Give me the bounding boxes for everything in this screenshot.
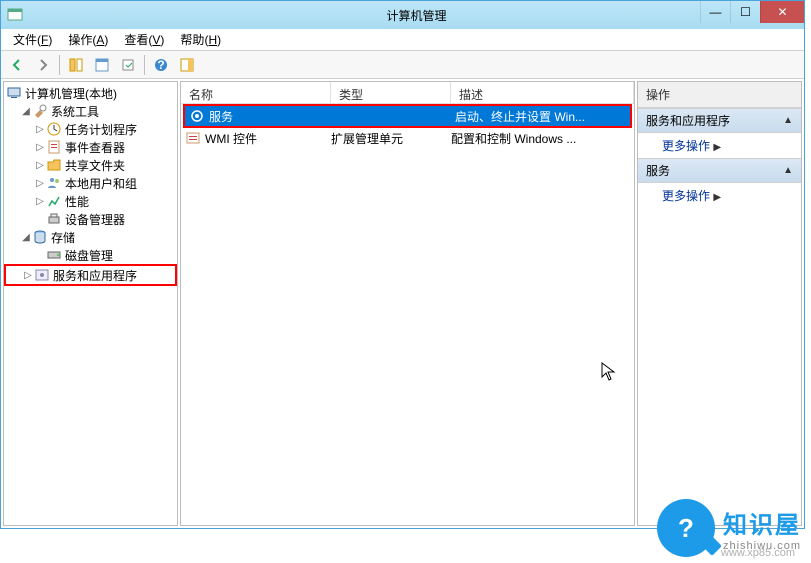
action-more-1[interactable]: 更多操作 ▶ [638,133,801,158]
row-type: 扩展管理单元 [331,130,451,147]
question-bubble-icon: ? [678,513,694,544]
tree-disk-management[interactable]: ▷ 磁盘管理 [4,246,177,264]
menu-action[interactable]: 操作(A) [60,29,116,50]
tree-performance[interactable]: ▷ 性能 [4,192,177,210]
computer-icon [6,85,22,101]
row-name: WMI 控件 [205,130,257,147]
triangle-up-icon: ▲ [783,115,793,126]
services-apps-icon [34,267,50,283]
maximize-button[interactable]: ☐ [730,1,760,23]
list-row-wmi[interactable]: WMI 控件 扩展管理单元 配置和控制 Windows ... [181,128,634,148]
gear-icon [189,108,205,124]
actions-pane: 操作 服务和应用程序 ▲ 更多操作 ▶ 服务 ▲ 更多操作 ▶ [637,81,802,526]
expand-icon[interactable]: ▷ [34,142,46,153]
highlight-services-apps: ▷ 服务和应用程序 [4,264,177,286]
show-hide-tree-button[interactable] [64,53,88,77]
col-header-desc[interactable]: 描述 [451,82,634,103]
action-group-services-apps[interactable]: 服务和应用程序 ▲ [638,108,801,133]
window-controls: — ☐ ✕ [700,1,804,23]
watermark-badge: ? [657,499,715,557]
tree-pane[interactable]: 计算机管理(本地) ◢ 系统工具 ▷ 任务计划程序 ▷ 事件查看器 [3,81,178,526]
watermark-url2: www.xp85.com [721,547,795,559]
list-header: 名称 类型 描述 [181,82,634,104]
tree-device-manager[interactable]: ▷ 设备管理器 [4,210,177,228]
triangle-right-icon: ▶ [713,192,721,203]
watermark-text: 知识屋 zhishiwu.com [723,505,801,552]
storage-icon [32,229,48,245]
export-button[interactable] [116,53,140,77]
triangle-right-icon: ▶ [713,142,721,153]
col-header-name[interactable]: 名称 [181,82,331,103]
action-more-2[interactable]: 更多操作 ▶ [638,183,801,208]
menu-view[interactable]: 查看(V) [116,29,172,50]
disk-icon [46,247,62,263]
body-area: 计算机管理(本地) ◢ 系统工具 ▷ 任务计划程序 ▷ 事件查看器 [1,79,804,528]
row-desc: 配置和控制 Windows ... [451,130,630,147]
expand-icon[interactable]: ▷ [22,270,34,281]
properties-button[interactable] [90,53,114,77]
folder-share-icon [46,157,62,173]
triangle-up-icon: ▲ [783,165,793,176]
svg-text:?: ? [157,58,164,72]
toolbar: ? [1,51,804,79]
tree-event-viewer[interactable]: ▷ 事件查看器 [4,138,177,156]
tree-services-apps[interactable]: ▷ 服务和应用程序 [6,266,175,284]
back-button[interactable] [5,53,29,77]
expand-icon[interactable]: ▷ [34,178,46,189]
wmi-icon [185,130,201,146]
forward-button[interactable] [31,53,55,77]
list-row-services[interactable]: 服务 启动、终止并设置 Win... [185,106,630,126]
tree-local-users[interactable]: ▷ 本地用户和组 [4,174,177,192]
menu-file[interactable]: 文件(F) [5,29,60,50]
highlight-services-row: 服务 启动、终止并设置 Win... [183,104,632,128]
tree-system-tools[interactable]: ◢ 系统工具 [4,102,177,120]
window-title: 计算机管理 [29,7,804,24]
titlebar: 计算机管理 — ☐ ✕ [1,1,804,29]
tree-storage[interactable]: ◢ 存储 [4,228,177,246]
toolbar-separator [144,55,145,75]
tree-task-scheduler[interactable]: ▷ 任务计划程序 [4,120,177,138]
expand-icon[interactable]: ▷ [34,196,46,207]
tree-root[interactable]: 计算机管理(本地) [4,84,177,102]
minimize-button[interactable]: — [700,1,730,23]
cursor-icon [601,362,617,387]
list-pane[interactable]: 名称 类型 描述 服务 启动、终止并设置 Win... WMI 控件 [180,81,635,526]
menu-help[interactable]: 帮助(H) [172,29,229,50]
tree-shared-folders[interactable]: ▷ 共享文件夹 [4,156,177,174]
row-name: 服务 [209,108,233,125]
clock-icon [46,121,62,137]
expand-icon[interactable]: ▷ [34,160,46,171]
device-icon [46,211,62,227]
collapse-icon[interactable]: ◢ [20,106,32,117]
help-button[interactable]: ? [149,53,173,77]
toolbar-separator [59,55,60,75]
row-desc: 启动、终止并设置 Win... [455,108,626,125]
tools-icon [32,103,48,119]
tree: 计算机管理(本地) ◢ 系统工具 ▷ 任务计划程序 ▷ 事件查看器 [4,82,177,288]
col-header-type[interactable]: 类型 [331,82,451,103]
menubar: 文件(F) 操作(A) 查看(V) 帮助(H) [1,29,804,51]
window-frame: 计算机管理 — ☐ ✕ 文件(F) 操作(A) 查看(V) 帮助(H) ? 计算… [0,0,805,529]
action-group-services[interactable]: 服务 ▲ [638,158,801,183]
actions-header: 操作 [638,82,801,108]
app-icon [7,7,23,23]
collapse-icon[interactable]: ◢ [20,232,32,243]
users-icon [46,175,62,191]
close-button[interactable]: ✕ [760,1,804,23]
expand-icon[interactable]: ▷ [34,124,46,135]
action-pane-button[interactable] [175,53,199,77]
event-icon [46,139,62,155]
performance-icon [46,193,62,209]
